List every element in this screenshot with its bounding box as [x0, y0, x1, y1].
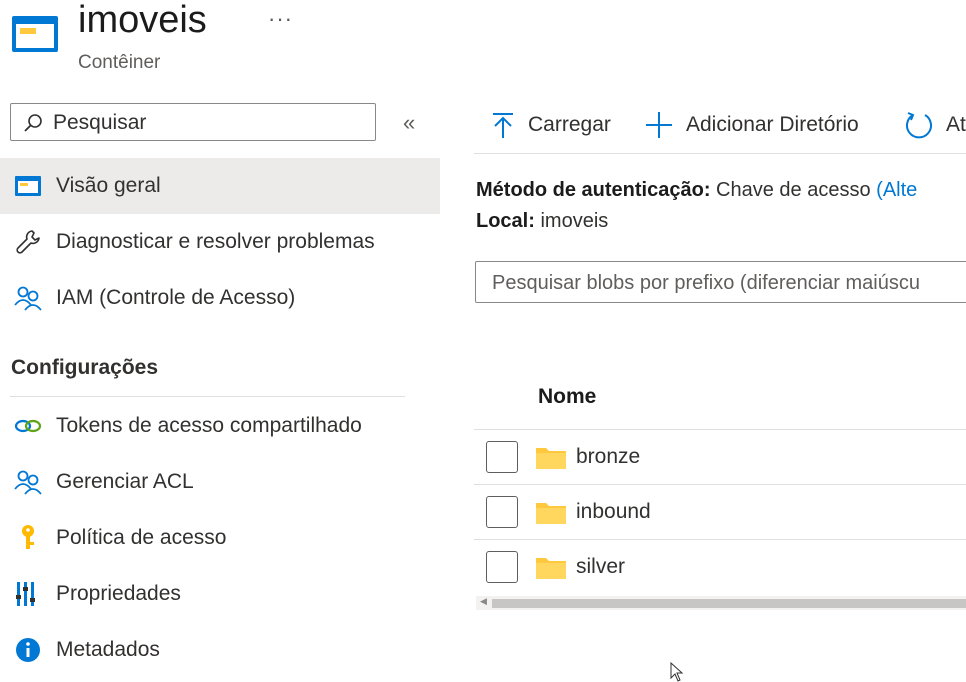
- row-name[interactable]: silver: [576, 555, 625, 579]
- more-options-button[interactable]: ···: [268, 6, 293, 32]
- section-title-configuracoes: Configurações: [11, 356, 159, 379]
- properties-icon: [0, 581, 56, 607]
- add-directory-label: Adicionar Diretório: [686, 113, 859, 136]
- sidebar-item-label: Política de acesso: [56, 526, 227, 549]
- sidebar-item-label: Diagnosticar e resolver problemas: [56, 230, 375, 253]
- table-row[interactable]: inbound: [474, 485, 966, 539]
- scroll-left-icon[interactable]: ◀: [480, 596, 487, 607]
- link-icon: [0, 416, 56, 436]
- collapse-sidebar-button[interactable]: «: [403, 110, 415, 136]
- row-checkbox[interactable]: [486, 551, 518, 583]
- table-row[interactable]: bronze: [474, 430, 966, 484]
- refresh-label: At: [946, 113, 966, 136]
- blob-search[interactable]: [475, 261, 966, 303]
- location-value: imoveis: [540, 210, 609, 232]
- refresh-button[interactable]: At: [904, 108, 966, 142]
- search-icon: [24, 114, 42, 132]
- auth-method-label: Método de autenticação:: [476, 179, 711, 201]
- sidebar-item-label: Metadados: [56, 638, 160, 661]
- sidebar-item-sas-tokens[interactable]: Tokens de acesso compartilhado: [0, 398, 440, 454]
- sidebar-item-properties[interactable]: Propriedades: [0, 566, 440, 622]
- row-checkbox[interactable]: [486, 441, 518, 473]
- folder-icon: [536, 558, 566, 579]
- overview-icon: [0, 175, 56, 197]
- wrench-icon: [0, 229, 56, 255]
- people-icon: [0, 469, 56, 495]
- blob-search-input[interactable]: [490, 268, 966, 298]
- key-icon: [0, 524, 56, 552]
- row-name[interactable]: inbound: [576, 500, 651, 524]
- sidebar-item-manage-acl[interactable]: Gerenciar ACL: [0, 454, 440, 510]
- folder-icon: [536, 448, 566, 469]
- people-icon: [0, 285, 56, 311]
- sidebar-item-iam[interactable]: IAM (Controle de Acesso): [0, 270, 440, 326]
- auth-method-change-link[interactable]: (Alte: [876, 179, 917, 201]
- page-subtitle: Contêiner: [78, 52, 161, 73]
- sidebar-item-label: Tokens de acesso compartilhado: [56, 414, 362, 437]
- sidebar-item-label: Propriedades: [56, 582, 181, 605]
- sidebar-item-label: Visão geral: [56, 174, 161, 197]
- location-line: Local: imoveis: [476, 210, 608, 233]
- upload-icon: [493, 113, 513, 138]
- table-row[interactable]: silver: [474, 540, 966, 594]
- upload-label: Carregar: [528, 113, 611, 136]
- page-title: imoveis: [78, 0, 207, 41]
- row-checkbox[interactable]: [486, 496, 518, 528]
- sidebar-item-metadata[interactable]: Metadados: [0, 622, 440, 678]
- toolbar-divider: [474, 153, 966, 154]
- upload-button[interactable]: Carregar: [490, 108, 611, 142]
- plus-icon: [646, 112, 672, 138]
- sidebar-item-label: IAM (Controle de Acesso): [56, 286, 296, 309]
- refresh-icon: [906, 112, 932, 139]
- sidebar-item-overview[interactable]: Visão geral: [0, 158, 440, 214]
- sidebar-search-input[interactable]: [51, 108, 375, 138]
- sidebar-item-access-policy[interactable]: Política de acesso: [0, 510, 440, 566]
- add-directory-button[interactable]: Adicionar Diretório: [644, 108, 859, 142]
- sidebar-search[interactable]: [10, 103, 376, 141]
- column-header-name[interactable]: Nome: [538, 385, 596, 409]
- scrollbar-thumb[interactable]: [492, 599, 966, 608]
- auth-method-line: Método de autenticação: Chave de acesso …: [476, 179, 917, 202]
- sidebar-item-diagnose[interactable]: Diagnosticar e resolver problemas: [0, 214, 440, 270]
- horizontal-scrollbar[interactable]: ◀: [476, 596, 966, 610]
- location-label: Local:: [476, 210, 535, 232]
- sidebar-item-label: Gerenciar ACL: [56, 470, 194, 493]
- folder-icon: [536, 503, 566, 524]
- row-name[interactable]: bronze: [576, 445, 640, 469]
- info-icon: [0, 637, 56, 663]
- section-divider: [10, 396, 405, 397]
- auth-method-value: Chave de acesso: [716, 179, 871, 201]
- container-icon: [12, 14, 58, 54]
- mouse-cursor-icon: [670, 662, 684, 682]
